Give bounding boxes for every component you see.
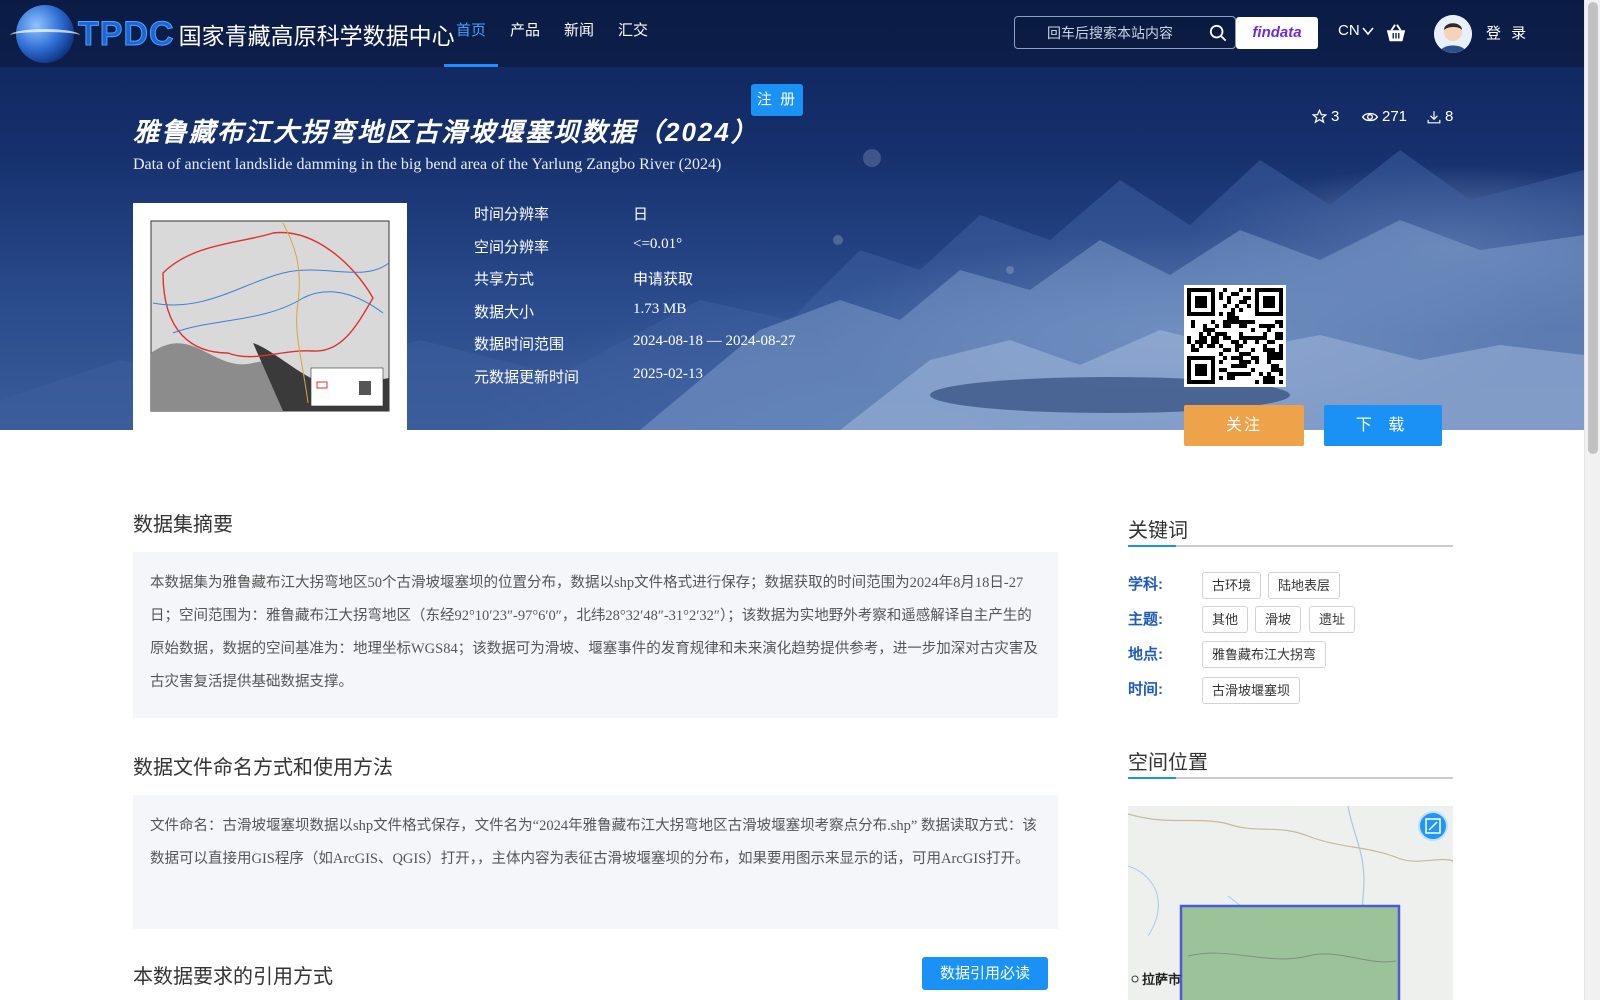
download-icon bbox=[1427, 110, 1441, 123]
hero-banner: TPDC 国家青藏高原科学数据中心 首页 产品 新闻 汇交 findata CN bbox=[0, 0, 1584, 430]
map-canvas: 拉萨市 bbox=[1128, 806, 1453, 1000]
meta-key: 共享方式 bbox=[474, 271, 535, 288]
keyword-label-theme: 主题: bbox=[1128, 611, 1163, 628]
meta-key: 数据时间范围 bbox=[474, 336, 565, 353]
meta-row: 数据时间范围 2024-08-18 — 2024-08-27 bbox=[474, 333, 874, 355]
nav-submit[interactable]: 汇交 bbox=[606, 0, 660, 67]
abstract-box: 本数据集为雅鲁藏布江大拐弯地区50个古滑坡堰塞坝的位置分布，数据以shp文件格式… bbox=[133, 552, 1058, 718]
spatial-location-map[interactable]: 拉萨市 bbox=[1128, 806, 1453, 1000]
naming-title: 数据文件命名方式和使用方法 bbox=[133, 757, 393, 779]
meta-value: 1.73 MB bbox=[633, 301, 687, 317]
eye-icon bbox=[1362, 112, 1378, 121]
keyword-tag[interactable]: 古滑坡堰塞坝 bbox=[1202, 677, 1301, 704]
location-title: 空间位置 bbox=[1128, 752, 1208, 774]
abstract-text: 本数据集为雅鲁藏布江大拐弯地区50个古滑坡堰塞坝的位置分布，数据以shp文件格式… bbox=[150, 575, 1038, 690]
downloads-count: 8 bbox=[1445, 108, 1454, 125]
follow-button[interactable]: 关注 bbox=[1184, 405, 1304, 446]
meta-row: 数据大小 1.73 MB bbox=[474, 301, 874, 323]
scrollbar-thumb[interactable] bbox=[1588, 2, 1598, 454]
stars-stat[interactable]: 3 bbox=[1312, 108, 1339, 125]
meta-row: 共享方式 申请获取 bbox=[474, 268, 874, 290]
chevron-down-icon bbox=[1362, 26, 1374, 35]
naming-text: 文件命名：古滑坡堰塞坝数据以shp文件格式保存，文件名为“2024年雅鲁藏布江大… bbox=[150, 818, 1037, 867]
meta-value: 日 bbox=[633, 207, 649, 223]
naming-box: 文件命名：古滑坡堰塞坝数据以shp文件格式保存，文件名为“2024年雅鲁藏布江大… bbox=[133, 795, 1058, 929]
keyword-label-place: 地点: bbox=[1128, 646, 1163, 663]
keywords-title: 关键词 bbox=[1128, 520, 1188, 542]
meta-value: 2024-08-18 — 2024-08-27 bbox=[633, 333, 796, 349]
abstract-title: 数据集摘要 bbox=[133, 514, 233, 536]
meta-key: 数据大小 bbox=[474, 304, 535, 321]
site-name: 国家青藏高原科学数据中心 bbox=[178, 23, 455, 49]
map-fullscreen-button[interactable] bbox=[1418, 811, 1448, 841]
qr-code bbox=[1184, 285, 1286, 387]
qr-code-image bbox=[1187, 288, 1283, 384]
download-button[interactable]: 下 载 bbox=[1324, 405, 1442, 446]
nav-products[interactable]: 产品 bbox=[498, 0, 552, 67]
page: TPDC 国家青藏高原科学数据中心 首页 产品 新闻 汇交 findata CN bbox=[0, 0, 1600, 1000]
star-icon bbox=[1312, 109, 1327, 124]
search-icon[interactable] bbox=[1209, 24, 1227, 42]
meta-key: 元数据更新时间 bbox=[474, 369, 580, 386]
expand-icon bbox=[1425, 818, 1441, 834]
user-avatar-icon bbox=[1434, 15, 1472, 53]
page-scrollbar[interactable] bbox=[1584, 0, 1600, 1000]
nav-home[interactable]: 首页 bbox=[444, 0, 499, 67]
downloads-stat: 8 bbox=[1427, 108, 1453, 125]
keyword-tag[interactable]: 其他 bbox=[1202, 606, 1249, 633]
cart-icon[interactable] bbox=[1385, 22, 1407, 44]
views-stat: 271 bbox=[1362, 108, 1407, 125]
citation-title: 本数据要求的引用方式 bbox=[133, 966, 333, 988]
keywords-divider bbox=[1128, 545, 1453, 547]
main-nav: 首页 产品 新闻 汇交 bbox=[444, 0, 660, 67]
meta-row: 时间分辨率 日 bbox=[474, 203, 874, 225]
keyword-tag[interactable]: 滑坡 bbox=[1255, 606, 1302, 633]
findata-button[interactable]: findata bbox=[1236, 17, 1318, 49]
meta-key: 时间分辨率 bbox=[474, 206, 550, 223]
dataset-title-en: Data of ancient landslide damming in the… bbox=[133, 156, 722, 173]
citation-required-button[interactable]: 数据引用必读 bbox=[922, 957, 1048, 990]
keyword-tag[interactable]: 雅鲁藏布江大拐弯 bbox=[1202, 641, 1327, 668]
views-count: 271 bbox=[1382, 108, 1408, 125]
meta-row: 空间分辨率 <=0.01° bbox=[474, 236, 874, 258]
keyword-label-time: 时间: bbox=[1128, 681, 1163, 698]
keyword-label-discipline: 学科: bbox=[1128, 576, 1163, 593]
meta-value: <=0.01° bbox=[633, 236, 683, 252]
language-label: CN bbox=[1338, 22, 1360, 39]
nav-news[interactable]: 新闻 bbox=[552, 0, 606, 67]
site-logo[interactable]: TPDC 国家青藏高原科学数据中心 bbox=[10, 4, 455, 64]
keyword-tag[interactable]: 古环境 bbox=[1202, 572, 1262, 599]
keyword-tag[interactable]: 遗址 bbox=[1309, 606, 1356, 633]
dataset-title-cn: 雅鲁藏布江大拐弯地区古滑坡堰塞坝数据（2024） bbox=[133, 117, 759, 147]
user-avatar[interactable] bbox=[1434, 15, 1472, 53]
meta-row: 元数据更新时间 2025-02-13 bbox=[474, 366, 874, 388]
stars-count: 3 bbox=[1331, 108, 1340, 125]
thumbnail-map-image bbox=[133, 203, 407, 430]
language-selector[interactable]: CN bbox=[1338, 22, 1374, 39]
logo-tpdc-text: TPDC bbox=[78, 14, 175, 53]
search-input[interactable] bbox=[1025, 23, 1195, 43]
dataset-thumbnail[interactable] bbox=[133, 203, 407, 430]
search-box bbox=[1014, 16, 1236, 49]
map-city-label: 拉萨市 bbox=[1142, 972, 1181, 987]
keyword-tag[interactable]: 陆地表层 bbox=[1268, 572, 1341, 599]
globe-logo-icon bbox=[10, 5, 80, 63]
location-divider bbox=[1128, 777, 1453, 779]
meta-value: 申请获取 bbox=[633, 272, 694, 288]
meta-value: 2025-02-13 bbox=[633, 366, 703, 382]
meta-key: 空间分辨率 bbox=[474, 239, 550, 256]
login-link[interactable]: 登 录 bbox=[1486, 22, 1529, 43]
